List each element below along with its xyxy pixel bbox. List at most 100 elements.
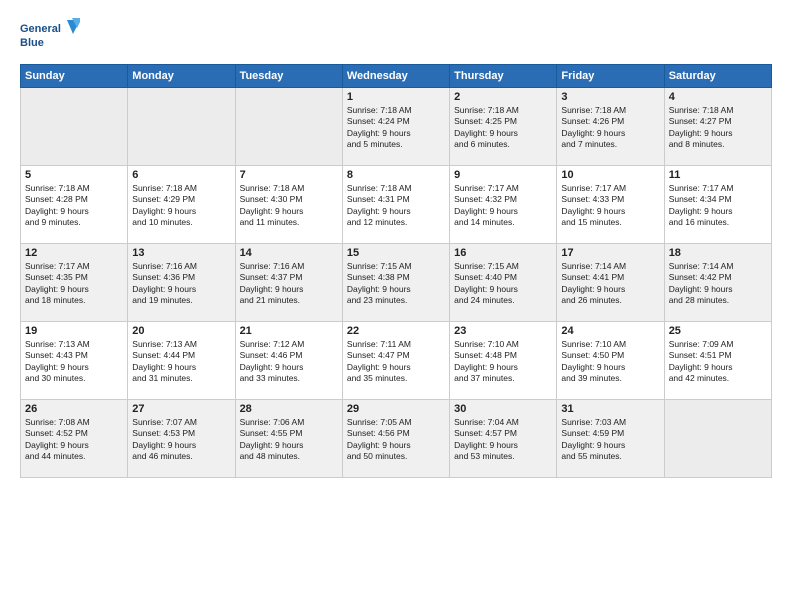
calendar-cell: 21Sunrise: 7:12 AM Sunset: 4:46 PM Dayli…	[235, 322, 342, 400]
weekday-header-wednesday: Wednesday	[342, 65, 449, 88]
calendar-cell: 6Sunrise: 7:18 AM Sunset: 4:29 PM Daylig…	[128, 166, 235, 244]
calendar-cell	[664, 400, 771, 478]
week-row-1: 1 Sunrise: 7:18 AM Sunset: 4:24 PM Daylig…	[21, 88, 772, 166]
calendar-cell: 14 Sunrise: 7:16 AM Sunset: 4:37 PM Dayli…	[235, 244, 342, 322]
calendar-cell: 19 Sunrise: 7:13 AM Sunset: 4:43 PM Dayli…	[21, 322, 128, 400]
day-number: 15	[347, 247, 445, 259]
weekday-header-sunday: Sunday	[21, 65, 128, 88]
calendar-cell: 28 Sunrise: 7:06 AM Sunset: 4:55 PM Dayli…	[235, 400, 342, 478]
day-info: Sunrise: 7:18 AM Sunset: 4:31 PM Dayligh…	[347, 183, 445, 229]
day-info: Sunrise: 7:16 AM Sunset: 4:36 PM Dayligh…	[132, 261, 230, 307]
day-number: 23	[454, 325, 552, 337]
day-number: 20	[132, 325, 230, 337]
calendar-cell: 13 Sunrise: 7:16 AM Sunset: 4:36 PM Dayli…	[128, 244, 235, 322]
calendar-cell: 18 Sunrise: 7:14 AM Sunset: 4:42 PM Dayli…	[664, 244, 771, 322]
weekday-header-saturday: Saturday	[664, 65, 771, 88]
day-number: 31	[561, 403, 659, 415]
weekday-header-monday: Monday	[128, 65, 235, 88]
calendar-cell: 15 Sunrise: 7:15 AM Sunset: 4:38 PM Dayli…	[342, 244, 449, 322]
calendar-cell: 30 Sunrise: 7:04 AM Sunset: 4:57 PM Dayli…	[450, 400, 557, 478]
day-info: Sunrise: 7:09 AM Sunset: 4:51 PM Dayligh…	[669, 339, 767, 385]
day-info: Sunrise: 7:18 AM Sunset: 4:24 PM Dayligh…	[347, 105, 445, 151]
calendar-cell	[21, 88, 128, 166]
day-number: 8	[347, 169, 445, 181]
day-info: Sunrise: 7:17 AM Sunset: 4:33 PM Dayligh…	[561, 183, 659, 229]
calendar-cell: 1 Sunrise: 7:18 AM Sunset: 4:24 PM Daylig…	[342, 88, 449, 166]
day-number: 27	[132, 403, 230, 415]
day-number: 2	[454, 91, 552, 103]
day-info: Sunrise: 7:10 AM Sunset: 4:50 PM Dayligh…	[561, 339, 659, 385]
day-number: 9	[454, 169, 552, 181]
day-number: 17	[561, 247, 659, 259]
calendar-cell: 22 Sunrise: 7:11 AM Sunset: 4:47 PM Dayli…	[342, 322, 449, 400]
day-number: 10	[561, 169, 659, 181]
day-info: Sunrise: 7:05 AM Sunset: 4:56 PM Dayligh…	[347, 417, 445, 463]
day-info: Sunrise: 7:13 AM Sunset: 4:44 PM Dayligh…	[132, 339, 230, 385]
day-number: 13	[132, 247, 230, 259]
weekday-header-tuesday: Tuesday	[235, 65, 342, 88]
day-info: Sunrise: 7:12 AM Sunset: 4:46 PM Dayligh…	[240, 339, 338, 385]
day-info: Sunrise: 7:17 AM Sunset: 4:32 PM Dayligh…	[454, 183, 552, 229]
day-number: 5	[25, 169, 123, 181]
calendar-cell: 23 Sunrise: 7:10 AM Sunset: 4:48 PM Dayli…	[450, 322, 557, 400]
day-number: 3	[561, 91, 659, 103]
week-row-2: 5Sunrise: 7:18 AM Sunset: 4:28 PM Daylig…	[21, 166, 772, 244]
day-number: 19	[25, 325, 123, 337]
day-info: Sunrise: 7:06 AM Sunset: 4:55 PM Dayligh…	[240, 417, 338, 463]
weekday-header-friday: Friday	[557, 65, 664, 88]
day-info: Sunrise: 7:10 AM Sunset: 4:48 PM Dayligh…	[454, 339, 552, 385]
day-number: 4	[669, 91, 767, 103]
day-number: 16	[454, 247, 552, 259]
day-info: Sunrise: 7:18 AM Sunset: 4:30 PM Dayligh…	[240, 183, 338, 229]
day-number: 1	[347, 91, 445, 103]
day-info: Sunrise: 7:13 AM Sunset: 4:43 PM Dayligh…	[25, 339, 123, 385]
day-info: Sunrise: 7:16 AM Sunset: 4:37 PM Dayligh…	[240, 261, 338, 307]
day-number: 26	[25, 403, 123, 415]
day-number: 25	[669, 325, 767, 337]
calendar-cell: 11 Sunrise: 7:17 AM Sunset: 4:34 PM Dayli…	[664, 166, 771, 244]
day-number: 28	[240, 403, 338, 415]
calendar-cell	[235, 88, 342, 166]
day-info: Sunrise: 7:18 AM Sunset: 4:29 PM Dayligh…	[132, 183, 230, 229]
day-number: 24	[561, 325, 659, 337]
calendar-cell: 26 Sunrise: 7:08 AM Sunset: 4:52 PM Dayli…	[21, 400, 128, 478]
day-info: Sunrise: 7:11 AM Sunset: 4:47 PM Dayligh…	[347, 339, 445, 385]
calendar-cell: 31 Sunrise: 7:03 AM Sunset: 4:59 PM Dayli…	[557, 400, 664, 478]
week-row-5: 26 Sunrise: 7:08 AM Sunset: 4:52 PM Dayli…	[21, 400, 772, 478]
day-info: Sunrise: 7:15 AM Sunset: 4:38 PM Dayligh…	[347, 261, 445, 307]
day-info: Sunrise: 7:04 AM Sunset: 4:57 PM Dayligh…	[454, 417, 552, 463]
calendar-cell: 16 Sunrise: 7:15 AM Sunset: 4:40 PM Dayli…	[450, 244, 557, 322]
day-number: 29	[347, 403, 445, 415]
day-info: Sunrise: 7:18 AM Sunset: 4:27 PM Dayligh…	[669, 105, 767, 151]
header: General Blue	[20, 18, 772, 54]
page: General Blue SundayMondayTuesdayWednesda…	[0, 0, 792, 612]
calendar-cell: 29 Sunrise: 7:05 AM Sunset: 4:56 PM Dayli…	[342, 400, 449, 478]
calendar-cell: 10 Sunrise: 7:17 AM Sunset: 4:33 PM Dayli…	[557, 166, 664, 244]
day-number: 18	[669, 247, 767, 259]
day-info: Sunrise: 7:17 AM Sunset: 4:35 PM Dayligh…	[25, 261, 123, 307]
logo-svg: General Blue	[20, 18, 80, 54]
day-number: 14	[240, 247, 338, 259]
day-info: Sunrise: 7:14 AM Sunset: 4:42 PM Dayligh…	[669, 261, 767, 307]
day-info: Sunrise: 7:08 AM Sunset: 4:52 PM Dayligh…	[25, 417, 123, 463]
calendar-cell	[128, 88, 235, 166]
weekday-header-thursday: Thursday	[450, 65, 557, 88]
day-number: 7	[240, 169, 338, 181]
calendar-cell: 7 Sunrise: 7:18 AM Sunset: 4:30 PM Daylig…	[235, 166, 342, 244]
svg-text:Blue: Blue	[20, 37, 44, 49]
calendar-cell: 8 Sunrise: 7:18 AM Sunset: 4:31 PM Daylig…	[342, 166, 449, 244]
calendar-cell: 3Sunrise: 7:18 AM Sunset: 4:26 PM Daylig…	[557, 88, 664, 166]
day-info: Sunrise: 7:18 AM Sunset: 4:25 PM Dayligh…	[454, 105, 552, 151]
day-info: Sunrise: 7:03 AM Sunset: 4:59 PM Dayligh…	[561, 417, 659, 463]
calendar-cell: 9 Sunrise: 7:17 AM Sunset: 4:32 PM Daylig…	[450, 166, 557, 244]
calendar-cell: 24 Sunrise: 7:10 AM Sunset: 4:50 PM Dayli…	[557, 322, 664, 400]
day-info: Sunrise: 7:15 AM Sunset: 4:40 PM Dayligh…	[454, 261, 552, 307]
week-row-4: 19 Sunrise: 7:13 AM Sunset: 4:43 PM Dayli…	[21, 322, 772, 400]
calendar-cell: 20 Sunrise: 7:13 AM Sunset: 4:44 PM Dayli…	[128, 322, 235, 400]
day-number: 11	[669, 169, 767, 181]
day-number: 22	[347, 325, 445, 337]
day-info: Sunrise: 7:17 AM Sunset: 4:34 PM Dayligh…	[669, 183, 767, 229]
day-number: 30	[454, 403, 552, 415]
day-number: 12	[25, 247, 123, 259]
calendar-cell: 12 Sunrise: 7:17 AM Sunset: 4:35 PM Dayli…	[21, 244, 128, 322]
